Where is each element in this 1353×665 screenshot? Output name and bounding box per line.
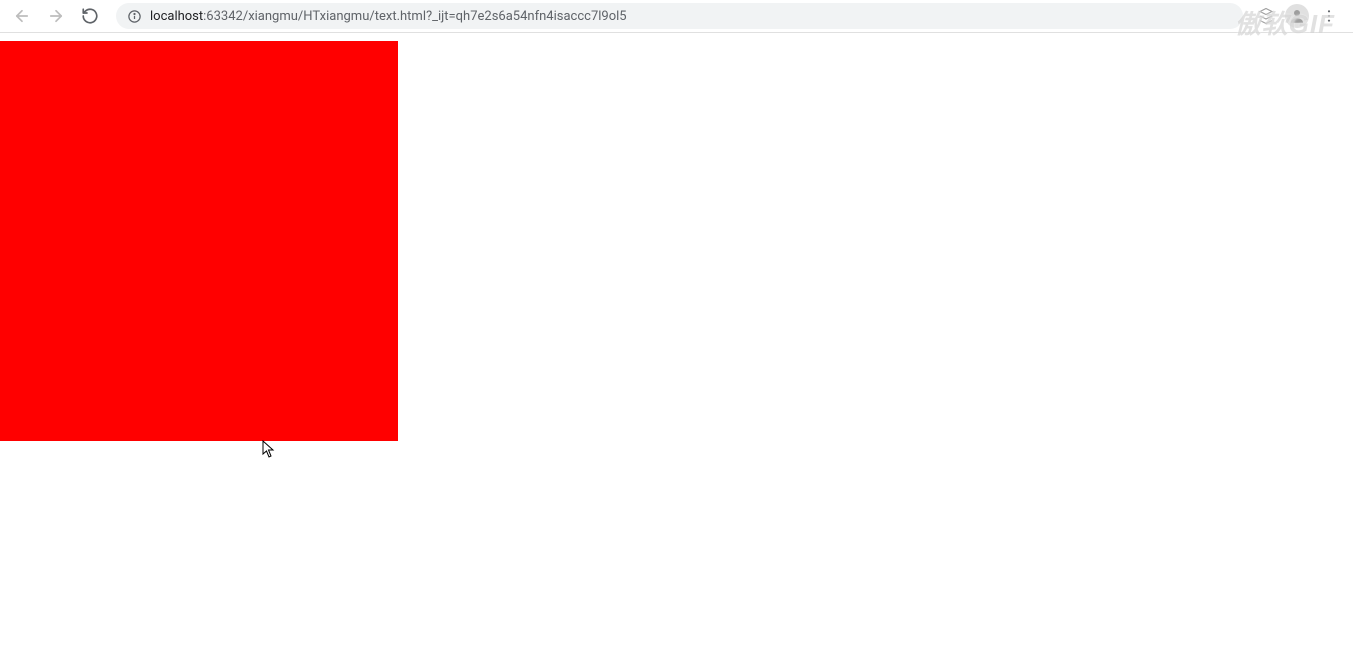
arrow-left-icon — [13, 7, 31, 25]
back-button[interactable] — [8, 2, 36, 30]
url-host: localhost — [150, 9, 203, 24]
info-icon — [126, 8, 142, 24]
browser-toolbar: localhost:63342/xiangmu/HTxiangmu/text.h… — [0, 0, 1353, 33]
reload-button[interactable] — [76, 2, 104, 30]
address-bar[interactable]: localhost:63342/xiangmu/HTxiangmu/text.h… — [116, 3, 1243, 29]
url-path: :63342/xiangmu/HTxiangmu/text.html?_ijt=… — [203, 9, 626, 24]
person-icon — [1288, 7, 1306, 25]
dots-vertical-icon — [1321, 8, 1337, 24]
arrow-right-icon — [47, 7, 65, 25]
toolbar-right — [1255, 4, 1345, 28]
page-content — [0, 33, 1353, 665]
extension-icon[interactable] — [1255, 5, 1277, 27]
url-text: localhost:63342/xiangmu/HTxiangmu/text.h… — [150, 9, 627, 24]
menu-button[interactable] — [1317, 4, 1341, 28]
profile-avatar[interactable] — [1285, 4, 1309, 28]
red-box — [0, 41, 398, 441]
reload-icon — [81, 7, 99, 25]
forward-button[interactable] — [42, 2, 70, 30]
